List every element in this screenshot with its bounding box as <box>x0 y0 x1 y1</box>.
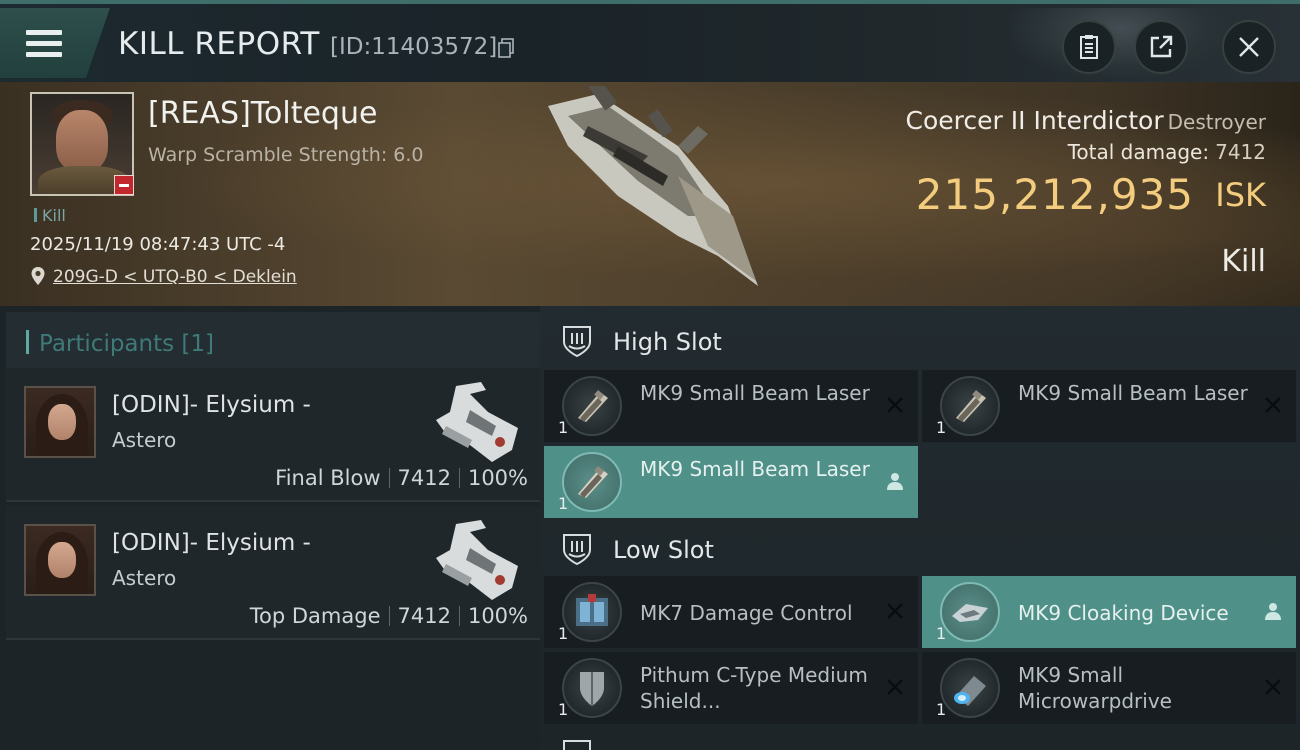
module-name: MK9 Small Beam Laser <box>640 457 870 481</box>
module-name: MK9 Small Beam Laser <box>640 381 870 405</box>
participant-damage: 7412 <box>397 604 451 628</box>
total-damage: Total damage: 7412 <box>1068 140 1266 164</box>
participant-ship-image <box>436 520 518 600</box>
kill-timestamp: 2025/11/19 08:47:43 UTC -4 <box>30 234 286 255</box>
close-icon <box>1239 37 1259 57</box>
loss-badge <box>114 175 134 195</box>
beam-laser-icon <box>940 376 1000 436</box>
kill-location-link[interactable]: 209G-D < UTQ-B0 < Deklein <box>53 267 297 287</box>
beam-laser-icon <box>562 452 622 512</box>
clipboard-button[interactable] <box>1062 20 1116 74</box>
module-low-3[interactable]: 1 Pithum C-Type Medium Shield... <box>544 652 918 724</box>
location-pin-icon <box>31 267 45 285</box>
destroyed-x-icon <box>1265 679 1281 695</box>
shield-extender-icon <box>562 658 622 718</box>
module-high-2[interactable]: 1 MK9 Small Beam Laser <box>922 370 1296 442</box>
total-damage-value: 7412 <box>1215 140 1266 164</box>
module-name: MK7 Damage Control <box>640 601 853 625</box>
microwarpdrive-icon <box>940 658 1000 718</box>
copy-icon[interactable] <box>498 38 514 58</box>
clipboard-icon <box>1080 35 1098 59</box>
participants-title: Participants [1] <box>26 330 214 357</box>
close-button[interactable] <box>1222 20 1276 74</box>
kill-result-label: Kill <box>1221 244 1266 279</box>
module-quantity: 1 <box>936 700 947 719</box>
high-slot-header: High Slot <box>540 308 1300 374</box>
module-quantity: 1 <box>558 624 569 643</box>
total-damage-label: Total damage: <box>1067 140 1210 164</box>
low-slot-title: Low Slot <box>613 536 714 564</box>
high-slot-title: High Slot <box>613 328 722 356</box>
module-high-1[interactable]: 1 MK9 Small Beam Laser <box>544 370 918 442</box>
participant-role: Final Blow <box>275 466 381 490</box>
warp-scramble-strength: Warp Scramble Strength: 6.0 <box>148 144 424 166</box>
damage-control-icon <box>562 582 622 642</box>
module-name: Pithum C-Type Medium Shield... <box>640 663 868 713</box>
victim-panel: [REAS]Tolteque Warp Scramble Strength: 6… <box>0 82 1300 306</box>
ship-hull-decoration <box>1010 8 1230 78</box>
participant-damage: 7412 <box>397 466 451 490</box>
slot-shield-icon <box>563 326 591 358</box>
module-name: MK9 Small Beam Laser <box>1018 381 1248 405</box>
victim-ship-name[interactable]: Coercer II Interdictor Destroyer <box>906 106 1266 135</box>
destroyed-x-icon <box>887 397 903 413</box>
dropped-person-icon <box>887 473 903 490</box>
menu-button[interactable] <box>0 8 110 78</box>
ship-class: Destroyer <box>1167 110 1266 134</box>
report-id: [ID:11403572] <box>330 34 498 60</box>
participant-name: [ODIN]- Elysium - <box>112 530 311 556</box>
module-quantity: 1 <box>936 624 947 643</box>
participants-panel: Participants [1] [ODIN]- Elysium - Aster… <box>0 306 540 750</box>
menu-icon <box>26 30 62 58</box>
module-quantity: 1 <box>558 494 569 513</box>
participant-role: Top Damage <box>249 604 381 628</box>
share-icon <box>1150 35 1173 58</box>
participant-row[interactable]: [ODIN]- Elysium - Astero Final Blow 7412 1… <box>6 368 540 502</box>
isk-unit: ISK <box>1215 176 1266 214</box>
participant-stats: Final Blow 7412 100% <box>275 466 528 490</box>
low-slot-header: Low Slot <box>540 516 1300 582</box>
share-button[interactable] <box>1134 20 1188 74</box>
participant-ship: Astero <box>112 428 177 452</box>
victim-ship-image <box>548 86 758 286</box>
module-name: MK9 Small Microwarpdrive <box>1018 663 1172 713</box>
participant-name: [ODIN]- Elysium - <box>112 392 311 418</box>
participant-avatar[interactable] <box>24 524 96 596</box>
kill-tag: Kill <box>34 206 66 225</box>
ship-name-text: Coercer II Interdictor <box>905 106 1164 135</box>
participant-percent: 100% <box>467 604 528 628</box>
module-low-4[interactable]: 1 MK9 Small Microwarpdrive <box>922 652 1296 724</box>
destroyed-x-icon <box>887 679 903 695</box>
page-title: KILL REPORT <box>118 26 320 62</box>
destroyed-x-icon <box>1265 397 1281 413</box>
module-quantity: 1 <box>936 418 947 437</box>
participant-ship: Astero <box>112 566 177 590</box>
isk-value: 215,212,935 <box>915 170 1194 219</box>
participant-percent: 100% <box>467 466 528 490</box>
module-name: MK9 Cloaking Device <box>1018 601 1229 625</box>
module-quantity: 1 <box>558 700 569 719</box>
participants-header: Participants [1] <box>6 312 540 370</box>
module-quantity: 1 <box>558 418 569 437</box>
module-low-2[interactable]: 1 MK9 Cloaking Device <box>922 576 1296 648</box>
victim-name[interactable]: [REAS]Tolteque <box>148 96 377 131</box>
participant-row[interactable]: [ODIN]- Elysium - Astero Top Damage 7412 1… <box>6 506 540 640</box>
participant-avatar[interactable] <box>24 386 96 458</box>
module-high-3[interactable]: 1 MK9 Small Beam Laser <box>544 446 918 518</box>
fitting-panel: High Slot 1 MK9 Small Beam Laser 1 MK9 S… <box>540 306 1300 750</box>
beam-laser-icon <box>562 376 622 436</box>
slot-shield-icon <box>563 534 591 566</box>
dropped-person-icon <box>1265 603 1281 620</box>
header-bar: KILL REPORT [ID:11403572] <box>0 0 1300 82</box>
cloaking-device-icon <box>940 582 1000 642</box>
module-low-1[interactable]: 1 MK7 Damage Control <box>544 576 918 648</box>
participant-ship-image <box>436 382 518 462</box>
slot-shield-icon <box>563 740 591 750</box>
next-slot-header <box>540 730 1300 750</box>
participant-stats: Top Damage 7412 100% <box>250 604 528 628</box>
destroyed-x-icon <box>887 603 903 619</box>
